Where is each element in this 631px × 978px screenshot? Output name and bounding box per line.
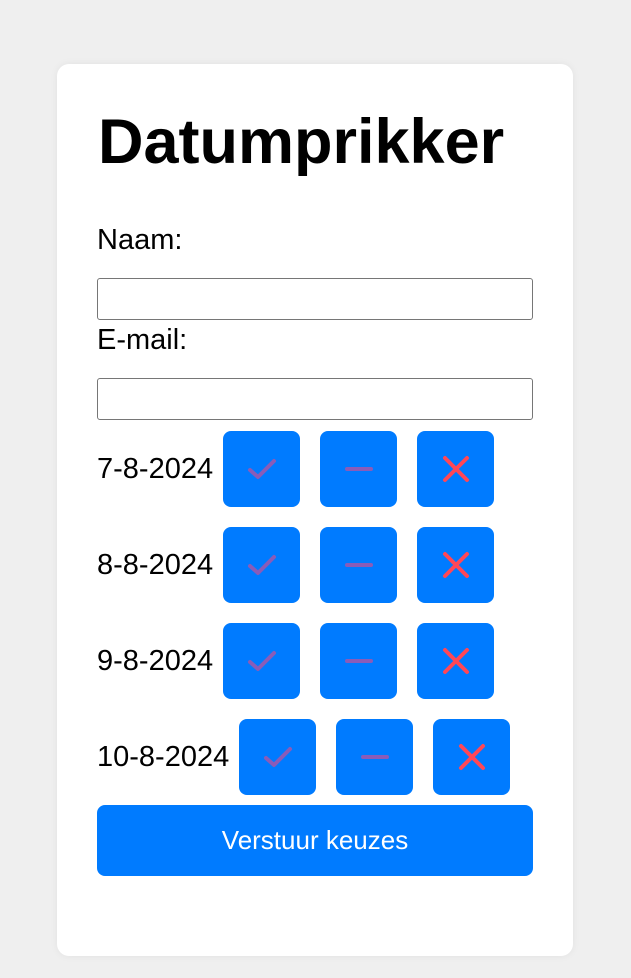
cross-icon	[442, 456, 469, 482]
yes-button[interactable]	[223, 527, 301, 603]
maybe-button[interactable]	[320, 623, 398, 699]
submit-button[interactable]: Verstuur keuzes	[97, 805, 533, 876]
name-label: Naam:	[97, 224, 183, 256]
date-label: 7-8-2024	[97, 452, 214, 485]
email-label: E-mail:	[97, 324, 188, 356]
no-button[interactable]	[417, 431, 495, 507]
date-row: 7-8-2024	[97, 431, 495, 507]
date-label: 10-8-2024	[97, 740, 230, 773]
check-icon	[263, 747, 292, 767]
check-icon	[247, 555, 276, 575]
cross-icon	[442, 552, 469, 578]
date-row: 9-8-2024	[97, 623, 495, 699]
check-icon	[247, 651, 276, 671]
cross-icon	[458, 744, 485, 770]
email-input[interactable]	[97, 378, 533, 420]
no-button[interactable]	[433, 719, 511, 795]
name-input[interactable]	[97, 278, 533, 320]
maybe-button[interactable]	[320, 431, 398, 507]
minus-icon	[344, 467, 373, 471]
date-label: 8-8-2024	[97, 548, 214, 581]
yes-button[interactable]	[223, 623, 301, 699]
no-button[interactable]	[417, 623, 495, 699]
minus-icon	[344, 563, 373, 567]
form-card: Datumprikker Naam: E-mail: 7-8-2024 8-8-…	[57, 64, 573, 956]
date-label: 9-8-2024	[97, 644, 214, 677]
minus-icon	[360, 755, 389, 759]
yes-button[interactable]	[223, 431, 301, 507]
date-row: 8-8-2024	[97, 527, 495, 603]
maybe-button[interactable]	[336, 719, 414, 795]
check-icon	[247, 459, 276, 479]
page-title: Datumprikker	[98, 107, 505, 177]
maybe-button[interactable]	[320, 527, 398, 603]
no-button[interactable]	[417, 527, 495, 603]
cross-icon	[442, 648, 469, 674]
yes-button[interactable]	[239, 719, 317, 795]
minus-icon	[344, 659, 373, 663]
date-row: 10-8-2024	[97, 719, 511, 795]
